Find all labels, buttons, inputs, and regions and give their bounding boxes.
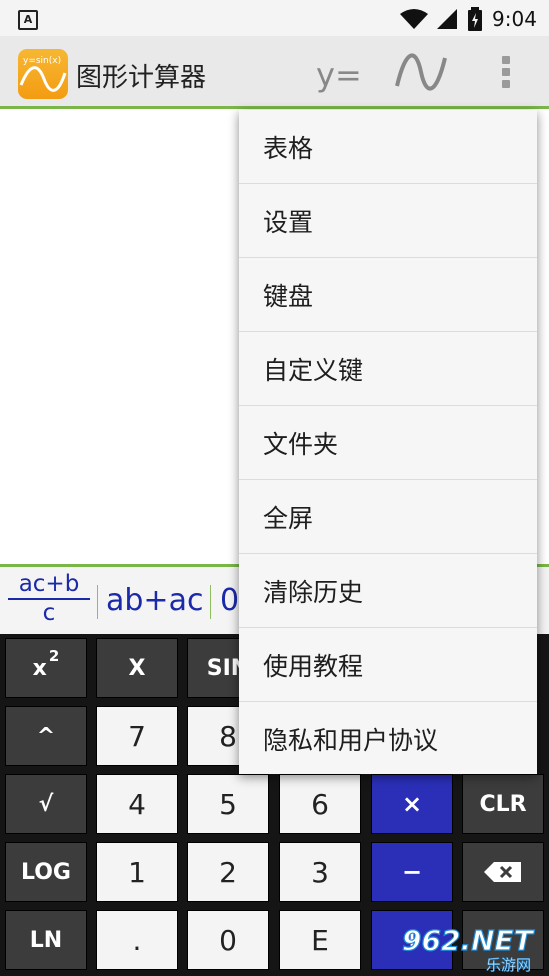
menu-item-table[interactable]: 表格 [239, 110, 537, 184]
suggestion-item[interactable]: ab+ac [106, 583, 203, 618]
multiply-key[interactable]: × [371, 774, 453, 834]
square-key[interactable]: x2 [5, 638, 87, 698]
log-key[interactable]: LOG [5, 842, 87, 902]
digit-0-key[interactable]: 0 [187, 910, 269, 970]
digit-1-key[interactable]: 1 [96, 842, 178, 902]
clock: 9:04 [492, 7, 537, 31]
watermark-subtext: 乐游网 [486, 956, 531, 974]
suggestion-fraction[interactable]: ac+b c [8, 571, 90, 626]
app-logo: y=sin(x) [18, 49, 68, 99]
power-key[interactable]: ^ [5, 706, 87, 766]
signal-icon [437, 9, 457, 29]
digit-2-key[interactable]: 2 [187, 842, 269, 902]
menu-item-clear-history[interactable]: 清除历史 [239, 554, 537, 628]
digit-6-key[interactable]: 6 [279, 774, 361, 834]
battery-icon [468, 7, 482, 31]
divider [97, 585, 98, 619]
watermark-text: 962.NET [402, 924, 535, 957]
menu-item-fullscreen[interactable]: 全屏 [239, 480, 537, 554]
ln-key[interactable]: LN [5, 910, 87, 970]
fraction-denominator: c [42, 600, 56, 626]
app-bar: y=sin(x) 图形计算器 y= [0, 36, 549, 109]
minus-key[interactable]: − [371, 842, 453, 902]
fraction-numerator: ac+b [8, 571, 90, 600]
digit-7-key[interactable]: 7 [96, 706, 178, 766]
sqrt-key[interactable]: √ [5, 774, 87, 834]
decimal-point-key[interactable]: . [96, 910, 178, 970]
watermark-logo: 962.NET 乐游网 [401, 923, 535, 974]
more-vert-icon[interactable] [500, 56, 512, 92]
key-superscript: 2 [48, 647, 60, 665]
menu-item-privacy-agreement[interactable]: 隐私和用户协议 [239, 702, 537, 775]
status-bar: A 9:04 [0, 0, 549, 36]
key-label: x [32, 655, 47, 681]
logo-text: y=sin(x) [23, 56, 61, 66]
digit-3-key[interactable]: 3 [279, 842, 361, 902]
overflow-menu: 表格 设置 键盘 自定义键 文件夹 全屏 清除历史 使用教程 隐私和用户协议 [239, 110, 537, 774]
x-variable-key[interactable]: X [96, 638, 178, 698]
app-title: 图形计算器 [76, 63, 207, 93]
menu-item-keyboard[interactable]: 键盘 [239, 258, 537, 332]
divider [210, 585, 211, 619]
backspace-icon [484, 862, 521, 882]
suggestion-item[interactable]: 0 [220, 583, 239, 618]
wifi-icon [400, 9, 428, 29]
menu-item-tutorial[interactable]: 使用教程 [239, 628, 537, 702]
notification-icon: A [18, 10, 38, 30]
backspace-key[interactable] [462, 842, 544, 902]
y-equals-button[interactable]: y= [316, 56, 362, 94]
digit-5-key[interactable]: 5 [187, 774, 269, 834]
digit-4-key[interactable]: 4 [96, 774, 178, 834]
menu-item-settings[interactable]: 设置 [239, 184, 537, 258]
menu-item-custom-keys[interactable]: 自定义键 [239, 332, 537, 406]
exponent-key[interactable]: E [279, 910, 361, 970]
menu-item-folder[interactable]: 文件夹 [239, 406, 537, 480]
graph-icon[interactable] [394, 52, 448, 92]
clear-key[interactable]: CLR [462, 774, 544, 834]
